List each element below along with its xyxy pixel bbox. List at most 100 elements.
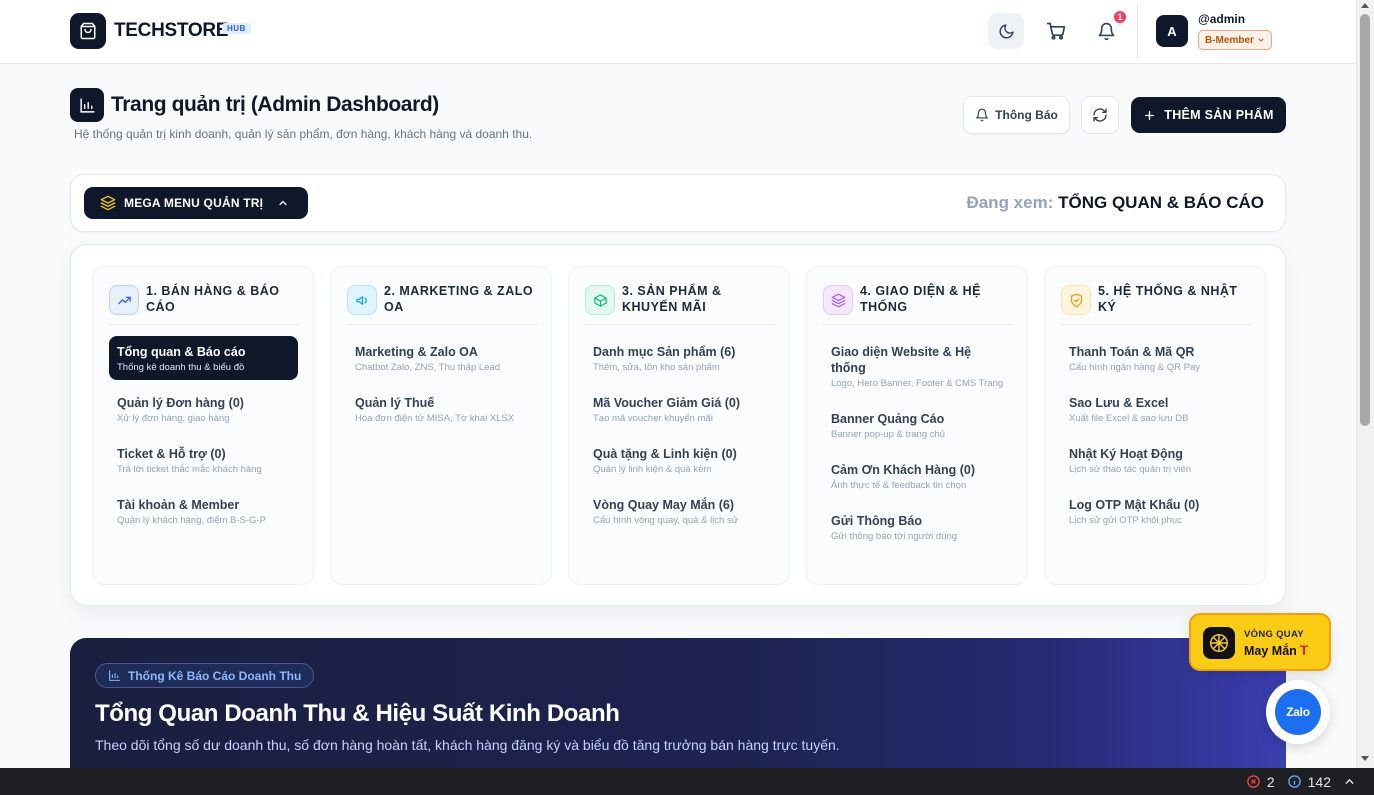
mega-column-items: Tổng quan & Báo cáo Thống kê doanh thu & … xyxy=(109,336,298,540)
top-navbar: TECHSTORE HUB 1 A @admin B-Member xyxy=(0,0,1356,64)
mega-column-title: 5. HỆ THỐNG & NHẬT KÝ xyxy=(1098,284,1238,314)
mega-column-header: 1. BÁN HÀNG & BÁO CÁO xyxy=(109,283,299,325)
mega-menu-item[interactable]: Tổng quan & Báo cáo Thống kê doanh thu & … xyxy=(109,336,298,380)
mega-menu-item-name: Tổng quan & Báo cáo xyxy=(117,345,246,359)
mega-menu-item-name: Nhật Ký Hoạt Động xyxy=(1069,447,1183,461)
member-level-dropdown[interactable]: B-Member xyxy=(1198,30,1272,50)
mega-menu-item-desc: Thống kê doanh thu & biểu đồ xyxy=(117,362,245,373)
devtools-status-bar: 2 142 xyxy=(0,768,1374,795)
mega-menu-item[interactable]: Tài khoản & Member Quản lý khách hàng, đi… xyxy=(109,489,298,533)
mega-column-header: 3. SẢN PHẨM & KHUYẾN MÃI xyxy=(585,283,775,325)
page-scrollbar[interactable] xyxy=(1356,0,1374,768)
store-logo-icon[interactable] xyxy=(70,13,106,49)
mega-column-title: 1. BÁN HÀNG & BÁO CÁO xyxy=(146,284,280,314)
scroll-up-arrow[interactable] xyxy=(1361,3,1369,8)
shield-icon xyxy=(1061,285,1091,315)
scroll-thumb[interactable] xyxy=(1360,14,1370,426)
mega-menu-item[interactable]: Marketing & Zalo OA Chatbot Zalo, ZNS, Th… xyxy=(347,336,536,380)
lucky-wheel-line1: VÒNG QUAY xyxy=(1244,629,1304,640)
mega-menu-item[interactable]: Nhật Ký Hoạt Động Lịch sử thao tác quản t… xyxy=(1061,438,1250,482)
mega-menu-bar: MEGA MENU QUẢN TRỊ Đang xem: TỔNG QUAN &… xyxy=(70,174,1286,232)
mega-menu-item[interactable]: Banner Quảng Cáo Banner pop-up & trang ch… xyxy=(823,403,1012,447)
lucky-wheel-widget[interactable]: VÒNG QUAY May Mắn T xyxy=(1189,613,1331,671)
mega-menu-item[interactable]: Thanh Toán & Mã QR Cấu hình ngân hàng & Q… xyxy=(1061,336,1250,380)
info-icon xyxy=(1287,775,1301,788)
brand-name[interactable]: TECHSTORE xyxy=(114,20,228,42)
page-subtitle: Hệ thống quản trị kinh doanh, quản lý sả… xyxy=(74,127,533,141)
mega-column-title: 2. MARKETING & ZALO OA xyxy=(384,284,534,314)
error-icon xyxy=(1247,775,1260,788)
mega-menu-item-desc: Quản lý khách hàng, điểm B-S-G-P xyxy=(117,515,266,526)
mega-menu-toggle[interactable]: MEGA MENU QUẢN TRỊ xyxy=(84,187,308,219)
mega-column-header: 4. GIAO DIỆN & HỆ THỐNG xyxy=(823,283,1013,325)
mega-menu-item-desc: Cấu hình vòng quay, quà & lịch sử xyxy=(593,515,739,526)
mega-menu-item[interactable]: Mã Voucher Giảm Giá (0) Tạo mã voucher kh… xyxy=(585,387,774,431)
hero-title: Tổng Quan Doanh Thu & Hiệu Suất Kinh Doa… xyxy=(95,700,620,727)
add-product-button[interactable]: THÊM SẢN PHẨM xyxy=(1131,97,1286,133)
error-counter[interactable]: 2 xyxy=(1246,774,1275,790)
chevron-up-icon[interactable] xyxy=(1343,775,1356,788)
hero-subtitle: Theo dõi tổng số dư doanh thu, số đơn hà… xyxy=(95,737,840,753)
mega-menu-item-name: Sao Lưu & Excel xyxy=(1069,396,1169,410)
avatar[interactable]: A xyxy=(1156,15,1188,47)
mega-menu-item-desc: Quản lý linh kiện & quà kèm xyxy=(593,464,712,475)
mega-menu-item[interactable]: Cảm Ơn Khách Hàng (0) Ảnh thực tế & feedb… xyxy=(823,454,1012,498)
mega-column-4: 4. GIAO DIỆN & HỆ THỐNG Giao diện Website… xyxy=(806,266,1028,585)
error-count: 2 xyxy=(1266,773,1275,790)
mega-menu-item-name: Ticket & Hỗ trợ (0) xyxy=(117,447,226,461)
layers-icon xyxy=(100,195,116,211)
megaphone-icon xyxy=(347,285,377,315)
mega-menu-item[interactable]: Quản lý Thuế Hóa đơn điện tử MISA, Tờ kha… xyxy=(347,387,536,431)
mega-menu-item[interactable]: Gửi Thông Báo Gửi thông báo tới người dùn… xyxy=(823,505,1012,549)
trending-up-icon xyxy=(109,285,139,315)
mega-menu-item[interactable]: Giao diện Website & Hệ thống Logo, Hero B… xyxy=(823,336,1012,396)
mega-menu-item-desc: Hóa đơn điện tử MISA, Tờ khai XLSX xyxy=(355,413,515,424)
mega-menu-item-desc: Ảnh thực tế & feedback tin chọn xyxy=(831,480,967,491)
mega-menu-item[interactable]: Ticket & Hỗ trợ (0) Trả lời ticket thắc m… xyxy=(109,438,298,482)
mega-menu-label: MEGA MENU QUẢN TRỊ xyxy=(124,196,264,210)
mega-column-title: 4. GIAO DIỆN & HỆ THỐNG xyxy=(860,284,982,314)
mega-menu-item-name: Cảm Ơn Khách Hàng (0) xyxy=(831,463,976,477)
scroll-down-arrow[interactable] xyxy=(1361,756,1369,761)
refresh-button[interactable] xyxy=(1081,96,1119,134)
mega-menu-item-desc: Chatbot Zalo, ZNS, Thu thập Lead xyxy=(355,362,501,373)
mega-menu-item-name: Marketing & Zalo OA xyxy=(355,345,478,359)
refresh-icon xyxy=(1093,108,1107,122)
zalo-chat-button[interactable]: Zalo xyxy=(1266,680,1330,744)
mega-menu-item-desc: Xử lý đơn hàng, giao hàng xyxy=(117,413,230,424)
send-notification-button[interactable]: Thông Báo xyxy=(963,96,1070,134)
username[interactable]: @admin xyxy=(1198,12,1245,26)
mega-menu-item-name: Banner Quảng Cáo xyxy=(831,412,945,426)
mega-menu-item[interactable]: Sao Lưu & Excel Xuất file Excel & sao lưu… xyxy=(1061,387,1250,431)
mega-column-items: Thanh Toán & Mã QR Cấu hình ngân hàng & Q… xyxy=(1061,336,1250,540)
info-counter[interactable]: 142 xyxy=(1287,774,1331,790)
zalo-label: Zalo xyxy=(1275,689,1321,735)
dark-mode-toggle[interactable] xyxy=(988,13,1024,49)
current-view-indicator: Đang xem: TỔNG QUAN & BÁO CÁO xyxy=(966,193,1264,213)
mega-column-header: 2. MARKETING & ZALO OA xyxy=(347,283,537,325)
mega-menu-item[interactable]: Vòng Quay May Mắn (6) Cấu hình vòng quay,… xyxy=(585,489,774,533)
mega-column-items: Marketing & Zalo OA Chatbot Zalo, ZNS, Th… xyxy=(347,336,536,438)
mega-menu-item[interactable]: Quản lý Đơn hàng (0) Xử lý đơn hàng, giao… xyxy=(109,387,298,431)
layers-icon xyxy=(823,285,853,315)
mega-menu-item-name: Log OTP Mật Khẩu (0) xyxy=(1069,498,1200,512)
cart-icon xyxy=(1046,22,1066,40)
mega-menu-item-desc: Trả lời ticket thắc mắc khách hàng xyxy=(117,464,262,475)
mega-menu-item-name: Quà tặng & Linh kiện (0) xyxy=(593,447,737,461)
mega-menu-item-name: Giao diện Website & Hệ thống xyxy=(831,345,972,375)
mega-column-2: 2. MARKETING & ZALO OA Marketing & Zalo O… xyxy=(330,266,552,585)
dashboard-chart-icon xyxy=(70,88,104,122)
mega-menu-item-desc: Cấu hình ngân hàng & QR Pay xyxy=(1069,362,1200,373)
member-level-label: B-Member xyxy=(1205,34,1254,46)
moon-icon xyxy=(999,23,1014,38)
mega-menu-item[interactable]: Danh mục Sản phẩm (6) Thêm, sửa, tồn kho … xyxy=(585,336,774,380)
lucky-wheel-line2-text: May Mắn xyxy=(1244,644,1297,658)
cart-button[interactable] xyxy=(1038,13,1074,49)
mega-menu-item-name: Tài khoản & Member xyxy=(117,498,240,512)
mega-menu-item-name: Danh mục Sản phẩm (6) xyxy=(593,345,736,359)
mega-menu-item-name: Mã Voucher Giảm Giá (0) xyxy=(593,396,741,410)
mega-menu-item[interactable]: Log OTP Mật Khẩu (0) Lịch sử gửi OTP khôi… xyxy=(1061,489,1250,533)
mega-menu-item[interactable]: Quà tặng & Linh kiện (0) Quản lý linh kiệ… xyxy=(585,438,774,482)
mega-menu-panel: 1. BÁN HÀNG & BÁO CÁO Tổng quan & Báo cáo… xyxy=(70,244,1286,606)
current-view-label: Đang xem: xyxy=(966,193,1054,212)
